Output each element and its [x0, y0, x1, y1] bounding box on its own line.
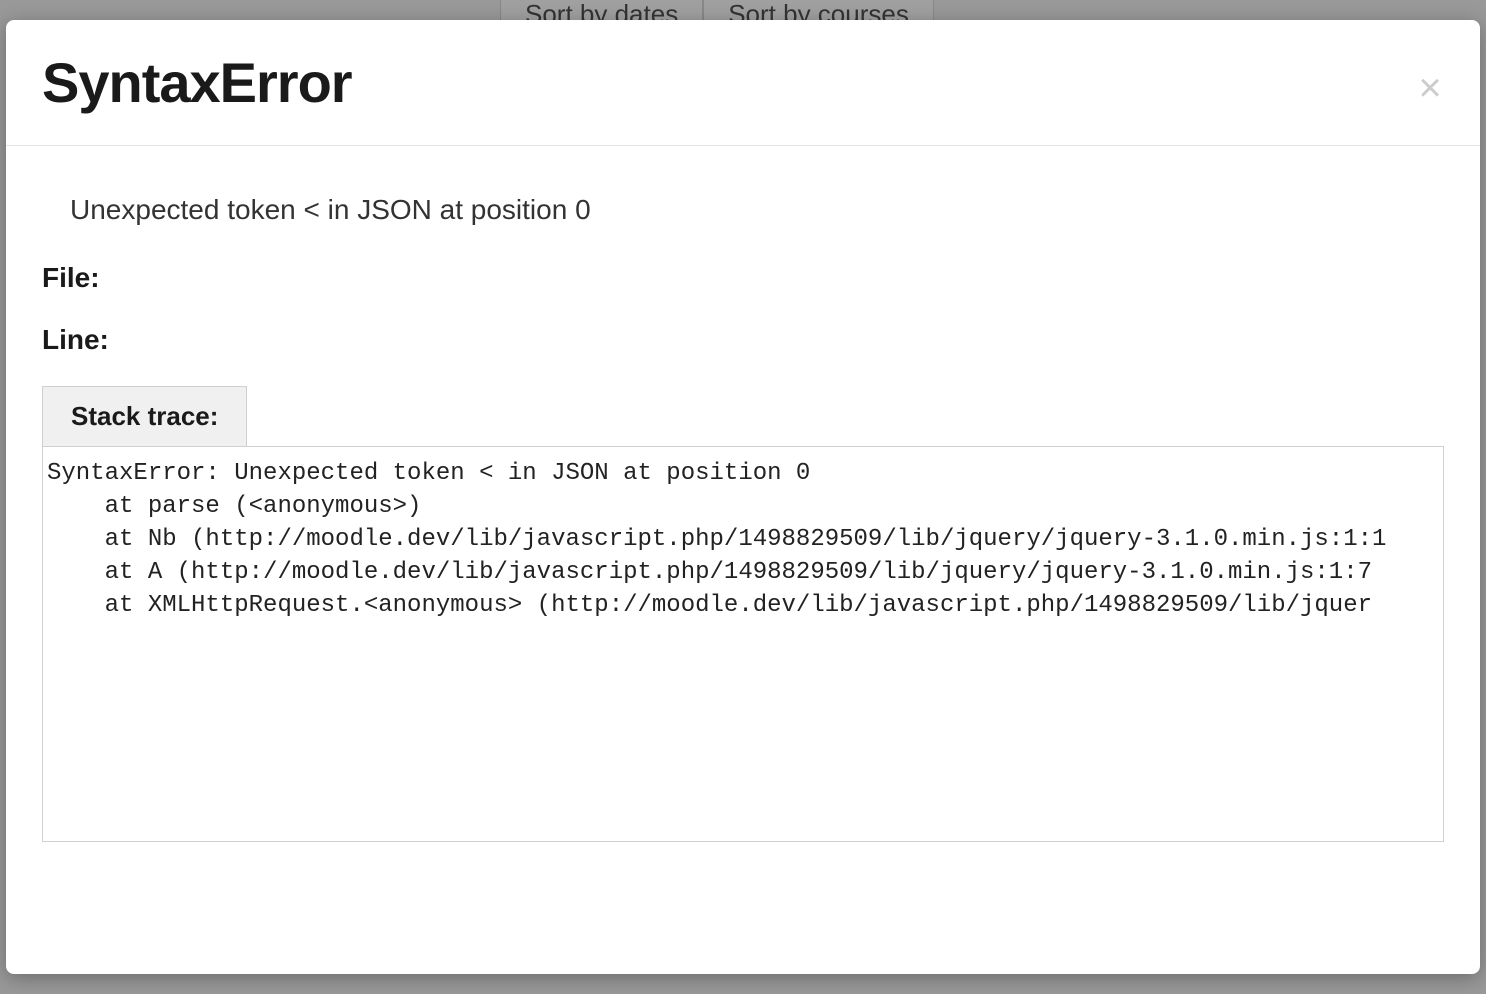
stack-trace-tab[interactable]: Stack trace:	[42, 386, 247, 446]
file-label: File:	[42, 262, 1444, 294]
error-message: Unexpected token < in JSON at position 0	[70, 194, 1444, 226]
modal-header: SyntaxError ×	[6, 20, 1480, 146]
close-button[interactable]: ×	[1410, 68, 1450, 108]
close-icon: ×	[1418, 68, 1441, 108]
line-label: Line:	[42, 324, 1444, 356]
modal-title: SyntaxError	[42, 50, 1444, 115]
modal-body: Unexpected token < in JSON at position 0…	[6, 146, 1480, 974]
error-modal: SyntaxError × Unexpected token < in JSON…	[6, 20, 1480, 974]
stack-trace-content: SyntaxError: Unexpected token < in JSON …	[42, 446, 1444, 842]
